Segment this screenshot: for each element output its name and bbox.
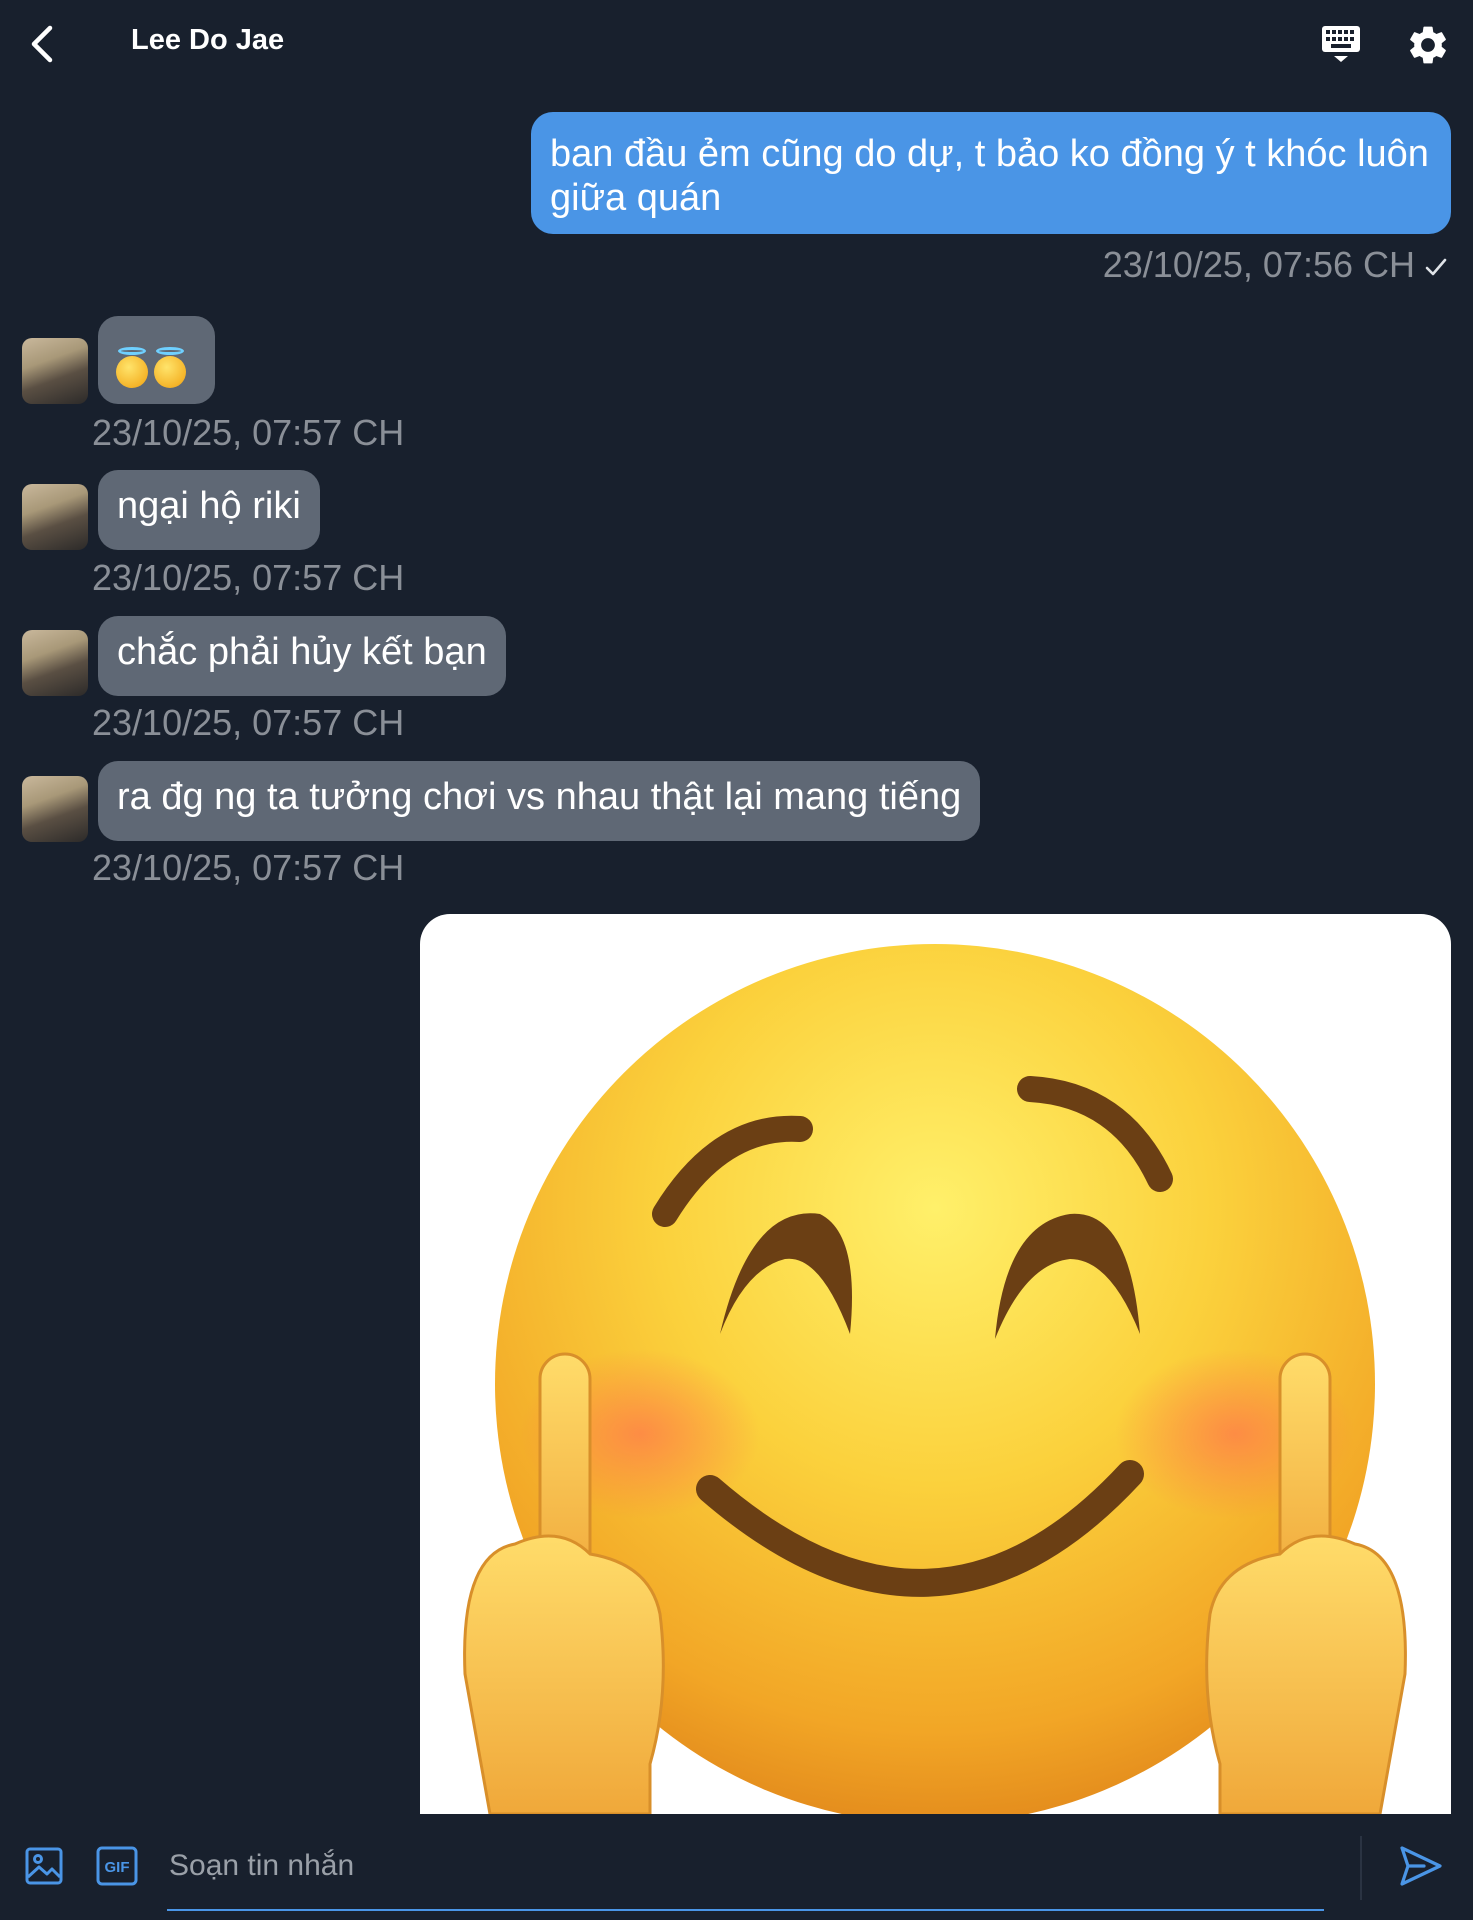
- message-bubble-incoming[interactable]: ra đg ng ta tưởng chơi vs nhau thật lại …: [98, 761, 981, 841]
- settings-button[interactable]: [1405, 22, 1453, 68]
- message-timestamp: 23/10/25, 07:57 CH: [92, 412, 405, 453]
- gif-button[interactable]: GIF: [96, 1846, 138, 1886]
- message-text: ngại hộ riki: [117, 485, 301, 527]
- gif-icon: GIF: [96, 1846, 138, 1886]
- message-timestamp: 23/10/25, 07:56 CH: [1103, 244, 1447, 286]
- message-bubble-outgoing[interactable]: ban đầu ẻm cũng do dự, t bảo ko đồng ý t…: [531, 112, 1451, 234]
- avatar[interactable]: [22, 776, 88, 842]
- back-button[interactable]: [22, 22, 66, 66]
- message-input[interactable]: [167, 1840, 1328, 1892]
- message-timestamp: 23/10/25, 07:57 CH: [92, 702, 405, 743]
- gif-label: GIF: [105, 1859, 130, 1876]
- send-icon: [1400, 1846, 1442, 1886]
- send-button[interactable]: [1398, 1844, 1446, 1890]
- smiling-face-middle-fingers-emoji-image: [463, 944, 1407, 1814]
- check-icon: [1425, 259, 1447, 276]
- image-icon: [25, 1847, 63, 1885]
- back-arrow-icon: [31, 25, 53, 63]
- avatar[interactable]: [22, 484, 88, 550]
- image-message[interactable]: [420, 914, 1451, 1814]
- message-bubble-incoming[interactable]: chắc phải hủy kết bạn: [98, 616, 506, 696]
- message-text: chắc phải hủy kết bạn: [117, 631, 487, 673]
- message-bubble-incoming[interactable]: ngại hộ riki: [98, 470, 320, 550]
- keyboard-button[interactable]: [1318, 22, 1368, 66]
- message-bubble-incoming[interactable]: 😇😇: [98, 316, 215, 404]
- chat-header: Lee Do Jae: [0, 0, 1473, 88]
- message-timestamp: 23/10/25, 07:57 CH: [92, 847, 405, 888]
- avatar[interactable]: [22, 630, 88, 696]
- gear-icon: [1410, 26, 1446, 64]
- message-text: ra đg ng ta tưởng chơi vs nhau thật lại …: [117, 776, 962, 818]
- avatar[interactable]: [22, 338, 88, 404]
- input-underline: [167, 1909, 1324, 1911]
- message-timestamp: 23/10/25, 07:57 CH: [92, 557, 405, 598]
- keyboard-icon: [1322, 26, 1360, 62]
- contact-name[interactable]: Lee Do Jae: [131, 24, 284, 57]
- divider: [1360, 1836, 1362, 1900]
- halo-emoji-icon: [116, 346, 192, 392]
- attach-image-button[interactable]: [24, 1846, 64, 1886]
- message-text: ban đầu ẻm cũng do dự, t bảo ko đồng ý t…: [550, 133, 1429, 219]
